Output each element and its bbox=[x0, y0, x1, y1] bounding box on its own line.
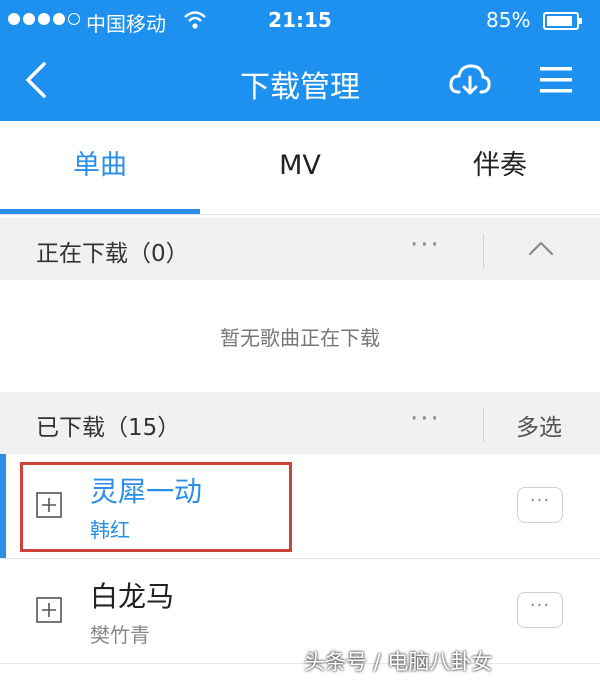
divider bbox=[483, 234, 484, 268]
song-more-button[interactable]: ··· bbox=[517, 592, 563, 628]
downloading-empty-state: 暂无歌曲正在下载 bbox=[0, 280, 600, 390]
tab-bar: 单曲 MV 伴奏 bbox=[0, 121, 600, 215]
tab-accompaniment[interactable]: 伴奏 bbox=[400, 121, 600, 214]
song-row[interactable]: 白龙马 樊竹青 ··· bbox=[0, 559, 600, 664]
song-artist: 樊竹青 bbox=[90, 623, 150, 647]
now-playing-indicator bbox=[0, 454, 6, 558]
downloaded-more-button[interactable]: ··· bbox=[410, 404, 441, 434]
next-song-row-partial bbox=[0, 664, 600, 683]
page-title: 下载管理 bbox=[240, 70, 360, 105]
add-to-playlist-icon[interactable] bbox=[36, 597, 62, 623]
chevron-up-icon[interactable] bbox=[527, 238, 555, 258]
downloaded-section-header: 已下载（15） ··· 多选 bbox=[0, 392, 600, 454]
watermark: 头条号 / 电脑八卦女 bbox=[304, 650, 493, 674]
battery-percent: 85% bbox=[486, 8, 531, 32]
downloaded-title: 已下载（15） bbox=[36, 415, 181, 441]
tab-single[interactable]: 单曲 bbox=[0, 121, 200, 214]
song-more-button[interactable]: ··· bbox=[517, 487, 563, 523]
song-title: 白龙马 bbox=[90, 580, 175, 613]
downloading-more-button[interactable]: ··· bbox=[410, 230, 441, 260]
download-cloud-icon[interactable] bbox=[448, 60, 492, 100]
divider bbox=[483, 408, 484, 442]
downloading-section-header: 正在下载（0） ··· bbox=[0, 218, 600, 280]
menu-icon[interactable] bbox=[536, 62, 576, 98]
tab-mv[interactable]: MV bbox=[200, 121, 400, 214]
downloading-title: 正在下载（0） bbox=[36, 241, 189, 267]
active-tab-indicator bbox=[0, 209, 200, 214]
battery-icon bbox=[543, 12, 582, 30]
app-header: 中国移动 21:15 85% 下载管理 bbox=[0, 0, 600, 121]
nav-bar: 下载管理 bbox=[0, 40, 600, 121]
multi-select-button[interactable]: 多选 bbox=[516, 408, 562, 442]
status-bar: 中国移动 21:15 85% bbox=[0, 0, 600, 40]
annotation-highlight-box bbox=[20, 462, 292, 552]
empty-message: 暂无歌曲正在下载 bbox=[220, 326, 380, 350]
